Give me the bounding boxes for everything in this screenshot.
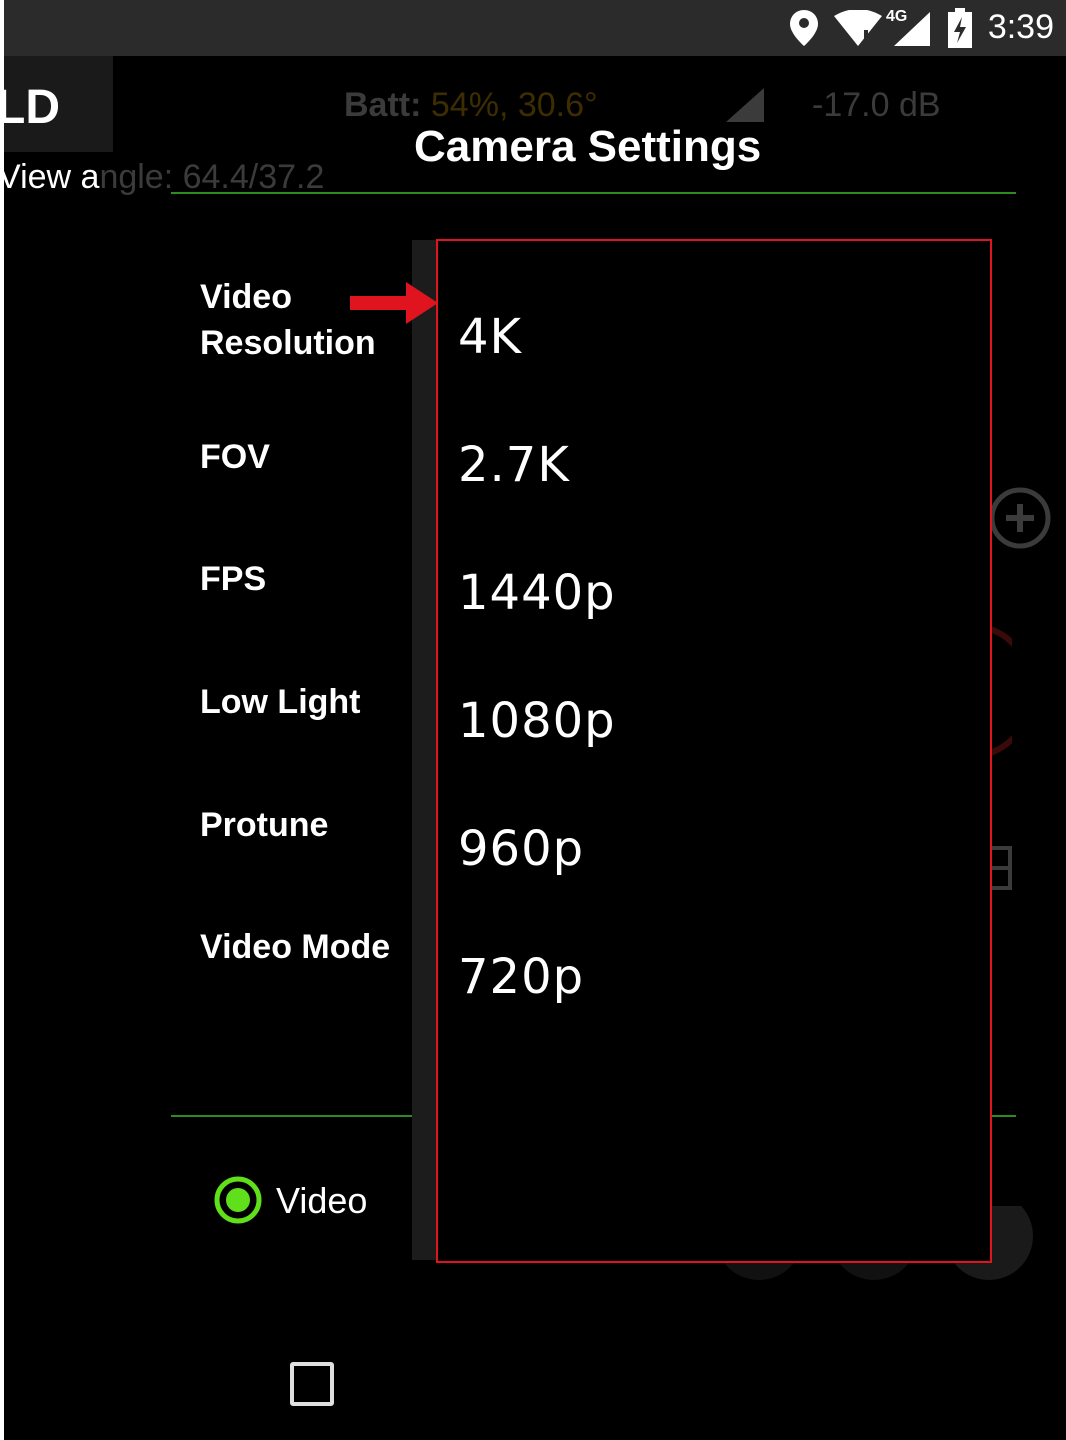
- setting-fps[interactable]: FPS: [200, 556, 266, 602]
- video-radio-label: Video: [276, 1180, 368, 1221]
- location-icon: [790, 10, 818, 46]
- app-title-box: LD: [4, 56, 113, 152]
- cell-signal-icon: [894, 12, 930, 46]
- battery-charging-icon: [948, 8, 972, 48]
- setting-video-mode[interactable]: Video Mode: [200, 924, 390, 970]
- dropdown-option-4k[interactable]: 4K: [458, 309, 522, 365]
- status-bar: 4G 3:39: [4, 0, 1066, 56]
- video-radio-button[interactable]: [214, 1176, 262, 1224]
- signal-db: -17.0 dB: [812, 86, 941, 124]
- batt-value: 54%, 30.6°: [430, 86, 598, 124]
- batt-label: Batt:: [344, 86, 422, 124]
- annotation-arrow-icon: [350, 282, 438, 324]
- battery-readout: Batt: 54%, 30.6°: [344, 86, 598, 125]
- signal-strength-icon: [726, 88, 764, 122]
- dialog-title: Camera Settings: [414, 122, 762, 171]
- clock: 3:39: [987, 8, 1054, 46]
- setting-low-light[interactable]: Low Light: [200, 679, 361, 725]
- zoom-in-icon: [989, 487, 1051, 549]
- dropdown-option-960p[interactable]: 960p: [458, 821, 584, 877]
- dropdown-option-2.7k[interactable]: 2.7K: [458, 437, 570, 493]
- setting-protune[interactable]: Protune: [200, 802, 328, 848]
- dropdown-option-1080p[interactable]: 1080p: [458, 693, 616, 749]
- app-title: LD: [4, 81, 60, 134]
- recent-apps-button[interactable]: [290, 1362, 334, 1406]
- divider: [171, 192, 1016, 194]
- setting-fov[interactable]: FOV: [200, 434, 270, 480]
- resolution-dropdown-list: 4K 2.7K 1440p 1080p 960p 720p: [436, 239, 992, 1263]
- view-angle-rest: ngle: 64.4/37.2: [99, 158, 325, 196]
- wifi-icon: [834, 10, 882, 46]
- dropdown-option-720p[interactable]: 720p: [458, 949, 584, 1005]
- screen: 4G 3:39 LD View angle: 64.4/37.2 Batt: 5…: [4, 0, 1066, 1440]
- dropdown-option-1440p[interactable]: 1440p: [458, 565, 616, 621]
- view-angle-prefix: View a: [4, 158, 100, 196]
